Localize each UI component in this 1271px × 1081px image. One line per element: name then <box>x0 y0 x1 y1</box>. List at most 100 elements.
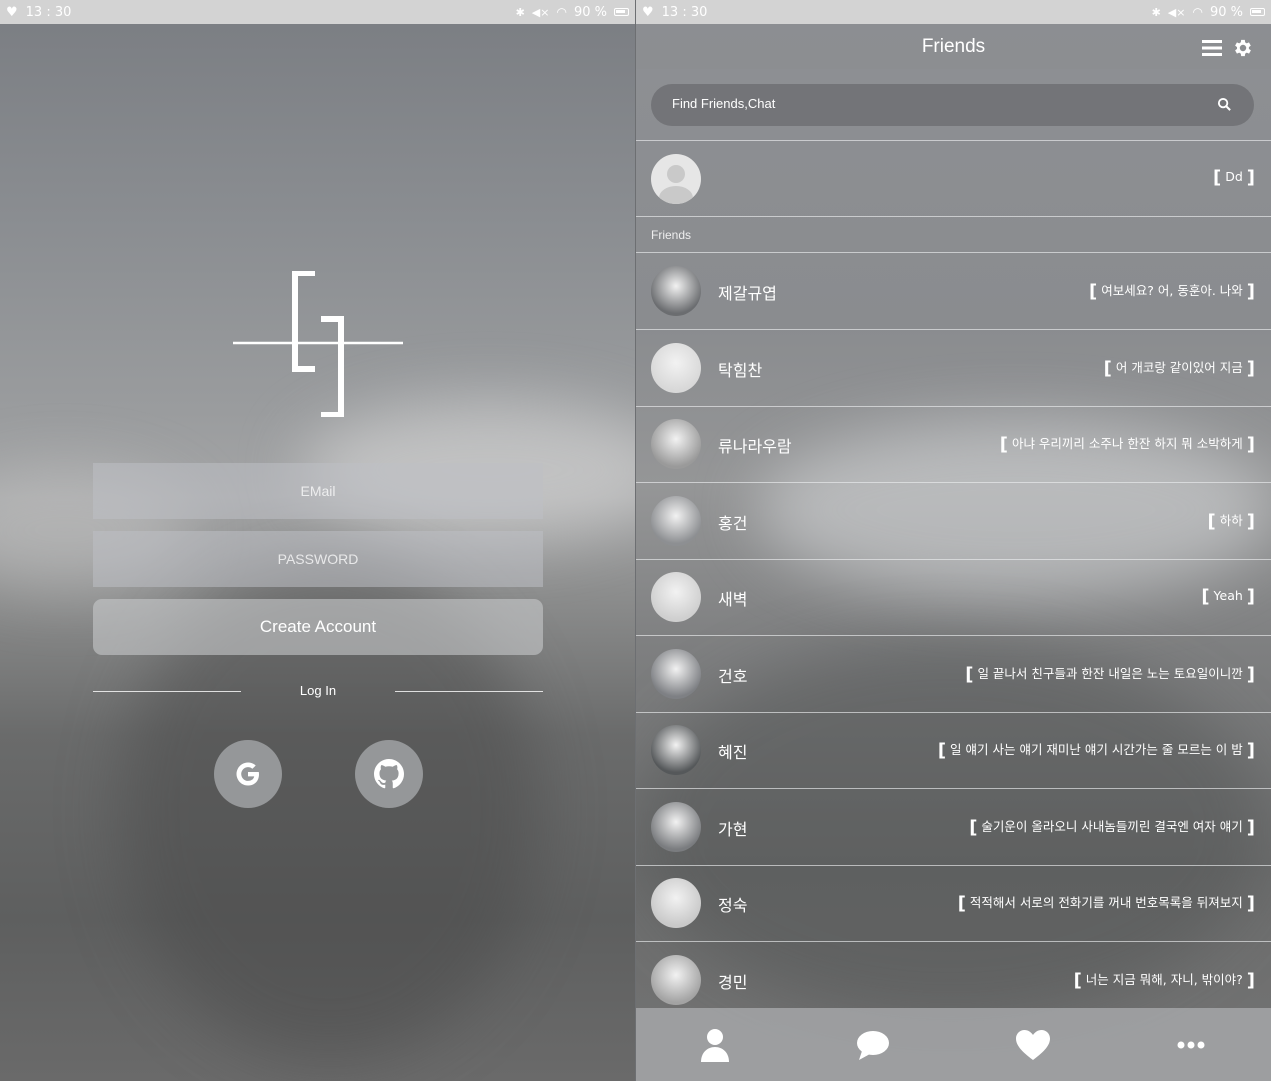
friend-status-text: 일 얘기 사는 얘기 재미난 얘기 시간가는 줄 모르는 이 밤 <box>950 742 1243 757</box>
section-label-friends: Friends <box>651 228 692 242</box>
login-screen: ♥ 13 : 30 ✱ ◀× ◠ 90 % EMail PASSWORD Cre… <box>0 0 635 1081</box>
friend-status: [ 일 끝나서 친구들과 한잔 내일은 노는 토요일이니깐 ] <box>965 663 1255 685</box>
friend-status: [ 너는 지금 뭐해, 자니, 밖이야? ] <box>1073 969 1255 991</box>
password-field[interactable]: PASSWORD <box>93 531 543 587</box>
github-icon <box>374 759 404 789</box>
more-dots-icon <box>1177 1041 1205 1049</box>
github-login-button[interactable] <box>355 740 423 808</box>
friend-avatar <box>651 954 701 1005</box>
friend-status-text: 일 끝나서 친구들과 한잔 내일은 노는 토요일이니깐 <box>977 665 1243 681</box>
status-bar: ♥ 13 : 30 ✱ ◀× ◠ 90 % <box>0 0 635 24</box>
friend-name: 가현 <box>718 819 748 839</box>
bluetooth-icon: ✱ <box>515 5 525 19</box>
friends-header: Friends <box>636 24 1271 69</box>
battery-percent: 90 % <box>573 4 607 20</box>
tab-more[interactable] <box>1171 1026 1211 1064</box>
friend-avatar <box>651 878 701 928</box>
friend-row[interactable]: 탁힘찬 [ 어 개코랑 같이있어 지금 ] <box>636 330 1271 406</box>
friend-avatar <box>651 419 701 469</box>
friend-avatar <box>651 495 701 546</box>
mute-icon: ◀× <box>1167 5 1186 19</box>
friend-status-text: 여보세요? 어, 동훈아. 나와 <box>1101 283 1243 298</box>
friend-status-text: 술기운이 올라오니 사내놈들끼린 결국엔 여자 얘기 <box>981 818 1243 834</box>
my-status: [ Dd ] <box>1213 167 1255 188</box>
person-icon <box>701 1029 729 1062</box>
divider-right <box>395 691 543 692</box>
heart-icon: ♥ <box>642 4 654 20</box>
friend-status: [ 여보세요? 어, 동훈아. 나와 ] <box>1089 281 1255 302</box>
search-bar[interactable]: Find Friends,Chat <box>651 84 1254 126</box>
password-placeholder: PASSWORD <box>277 551 359 567</box>
friend-name: 경민 <box>718 972 748 992</box>
default-profile-icon <box>659 165 693 204</box>
page-title: Friends <box>921 36 986 57</box>
friend-row[interactable]: 홍건 [ 하하 ] <box>636 483 1271 559</box>
my-avatar <box>651 154 701 204</box>
app-logo <box>233 271 403 417</box>
battery-icon <box>614 8 629 16</box>
friend-avatar <box>651 801 701 852</box>
friend-status-text: Yeah <box>1213 588 1243 603</box>
settings-gear-icon[interactable] <box>1232 37 1254 59</box>
friend-status-text: 하하 <box>1219 512 1243 528</box>
friend-row[interactable]: 류나라우람 [ 아냐 우리끼리 소주나 한잔 하지 뭐 소박하게 ] <box>636 406 1271 482</box>
wifi-icon: ◠ <box>556 5 567 19</box>
wifi-icon: ◠ <box>1192 5 1203 19</box>
tab-chats[interactable] <box>853 1026 893 1064</box>
friend-avatar <box>651 266 701 316</box>
status-bar: ♥ 13 : 30 ✱ ◀× ◠ 90 % <box>636 0 1271 24</box>
create-account-button[interactable]: Create Account <box>93 599 543 655</box>
friend-status-text: 너는 지금 뭐해, 자니, 밖이야? <box>1085 971 1243 987</box>
tab-favorites[interactable] <box>1013 1026 1053 1064</box>
friend-status: [ 하하 ] <box>1207 510 1255 532</box>
login-link[interactable]: Log In <box>268 683 368 698</box>
friend-name: 정숙 <box>718 896 748 915</box>
friend-name: 혜진 <box>718 743 748 762</box>
tab-friends[interactable] <box>695 1026 735 1064</box>
friend-name: 제갈규엽 <box>718 284 777 303</box>
friends-screen: ♥ 13 : 30 ✱ ◀× ◠ 90 % Friends Find Frien… <box>636 0 1271 1081</box>
status-time: 13 : 30 <box>25 4 72 20</box>
friend-status: [ 적적해서 서로의 전화기를 꺼내 번호목록을 뒤져보지 ] <box>957 893 1255 914</box>
friend-row[interactable]: 경민 [ 너는 지금 뭐해, 자니, 밖이야? ] <box>636 942 1271 1018</box>
email-field[interactable]: EMail <box>93 463 543 519</box>
bottom-tab-bar <box>636 1008 1271 1081</box>
friend-status-text: 아냐 우리끼리 소주나 한잔 하지 뭐 소박하게 <box>1011 436 1243 451</box>
google-icon <box>236 762 259 786</box>
battery-icon <box>1250 8 1265 16</box>
email-placeholder: EMail <box>300 483 336 499</box>
search-placeholder: Find Friends,Chat <box>672 96 776 111</box>
friend-avatar <box>651 342 701 393</box>
friend-avatar <box>651 648 701 699</box>
search-icon[interactable] <box>1217 97 1232 112</box>
mute-icon: ◀× <box>531 5 550 19</box>
friend-avatar <box>651 572 701 622</box>
friend-status-text: 적적해서 서로의 전화기를 꺼내 번호목록을 뒤져보지 <box>969 895 1243 910</box>
my-status-text: Dd <box>1225 169 1243 184</box>
friend-status: [ 술기운이 올라오니 사내놈들끼린 결국엔 여자 얘기 ] <box>969 816 1255 838</box>
menu-icon[interactable] <box>1202 39 1222 57</box>
friend-name: 탁힘찬 <box>718 360 763 380</box>
friend-status: [ Yeah ] <box>1201 586 1255 607</box>
chat-bubble-icon <box>857 1031 889 1060</box>
friend-status: [ 어 개코랑 같이있어 지금 ] <box>1103 357 1255 379</box>
divider-left <box>93 691 241 692</box>
friend-row[interactable]: 제갈규엽 [ 여보세요? 어, 동훈아. 나와 ] <box>636 253 1271 329</box>
friend-status: [ 아냐 우리끼리 소주나 한잔 하지 뭐 소박하게 ] <box>999 434 1255 455</box>
friend-row[interactable]: 새벽 [ Yeah ] <box>636 559 1271 635</box>
status-time: 13 : 30 <box>661 4 708 20</box>
friend-row[interactable]: 혜진 [ 일 얘기 사는 얘기 재미난 얘기 시간가는 줄 모르는 이 밤 ] <box>636 712 1271 788</box>
friend-row[interactable]: 정숙 [ 적적해서 서로의 전화기를 꺼내 번호목록을 뒤져보지 ] <box>636 865 1271 941</box>
separator <box>636 216 1271 217</box>
my-profile-row[interactable]: [ Dd ] <box>636 141 1271 217</box>
battery-percent: 90 % <box>1209 4 1243 20</box>
heart-icon <box>1016 1030 1050 1060</box>
friend-row[interactable]: 가현 [ 술기운이 올라오니 사내놈들끼린 결국엔 여자 얘기 ] <box>636 789 1271 865</box>
friend-row[interactable]: 건호 [ 일 끝나서 친구들과 한잔 내일은 노는 토요일이니깐 ] <box>636 636 1271 712</box>
google-login-button[interactable] <box>214 740 282 808</box>
bluetooth-icon: ✱ <box>1151 5 1161 19</box>
friend-status: [ 일 얘기 사는 얘기 재미난 얘기 시간가는 줄 모르는 이 밤 ] <box>937 740 1255 761</box>
friend-name: 건호 <box>718 666 748 686</box>
friend-name: 류나라우람 <box>718 437 792 456</box>
friend-name: 홍건 <box>718 513 748 533</box>
